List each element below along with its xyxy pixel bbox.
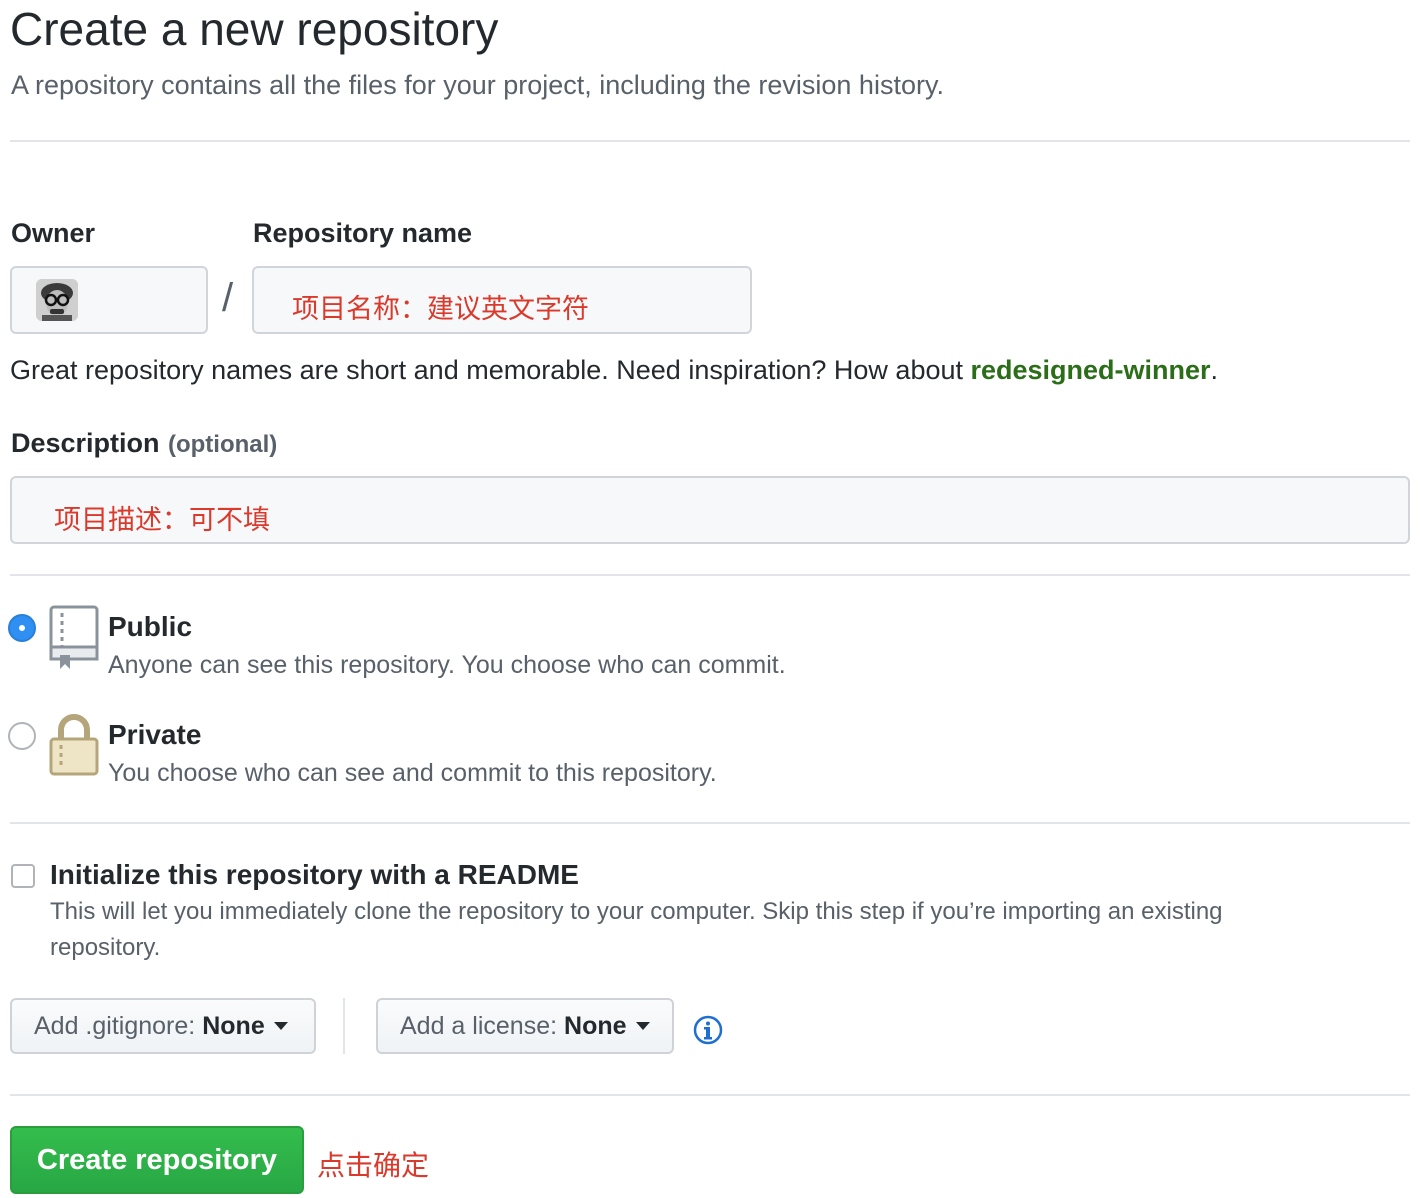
chevron-down-icon [635, 1022, 650, 1030]
page-subtitle: A repository contains all the files for … [11, 70, 944, 100]
repo-name-annotation: 项目名称：建议英文字符 [292, 294, 589, 325]
private-radio[interactable] [8, 722, 36, 750]
info-icon[interactable] [693, 1015, 723, 1050]
readme-description-line1: This will let you immediately clone the … [50, 898, 1223, 925]
license-select[interactable]: Add a license: None [376, 998, 674, 1054]
description-annotation: 项目描述：可不填 [54, 505, 270, 536]
gitignore-select[interactable]: Add .gitignore: None [10, 998, 316, 1054]
owner-avatar [36, 279, 78, 321]
private-title: Private [108, 719, 202, 750]
page-title: Create a new repository [10, 3, 499, 55]
divider [10, 574, 1410, 576]
repo-name-tip: Great repository names are short and mem… [10, 355, 1219, 385]
name-suggestion-link[interactable]: redesigned-winner [971, 355, 1211, 385]
public-title: Public [108, 611, 193, 642]
description-label-row: Description (optional) [11, 428, 277, 459]
private-description: You choose who can see and commit to thi… [108, 759, 717, 787]
description-optional: (optional) [167, 431, 278, 458]
create-annotation: 点击确定 [317, 1149, 430, 1182]
repo-name-label: Repository name [253, 218, 473, 248]
owner-select[interactable] [10, 266, 208, 334]
readme-title: Initialize this repository with a README [50, 859, 579, 890]
lock-icon [49, 712, 101, 783]
create-repository-button[interactable]: Create repository [10, 1126, 304, 1194]
owner-repo-separator: / [222, 276, 234, 320]
public-description: Anyone can see this repository. You choo… [108, 651, 786, 679]
divider [10, 822, 1410, 824]
divider [10, 140, 1410, 142]
chevron-down-icon [273, 1022, 288, 1030]
readme-checkbox[interactable] [11, 864, 35, 888]
public-radio[interactable] [8, 614, 36, 642]
description-label: Description [11, 428, 160, 458]
select-separator [343, 998, 345, 1054]
divider [10, 1094, 1410, 1096]
repo-book-icon [49, 605, 101, 676]
repo-name-input[interactable]: 项目名称：建议英文字符 [252, 266, 752, 334]
owner-label: Owner [11, 218, 96, 248]
description-input[interactable]: 项目描述：可不填 [10, 476, 1410, 544]
readme-description-line2: repository. [50, 934, 161, 961]
